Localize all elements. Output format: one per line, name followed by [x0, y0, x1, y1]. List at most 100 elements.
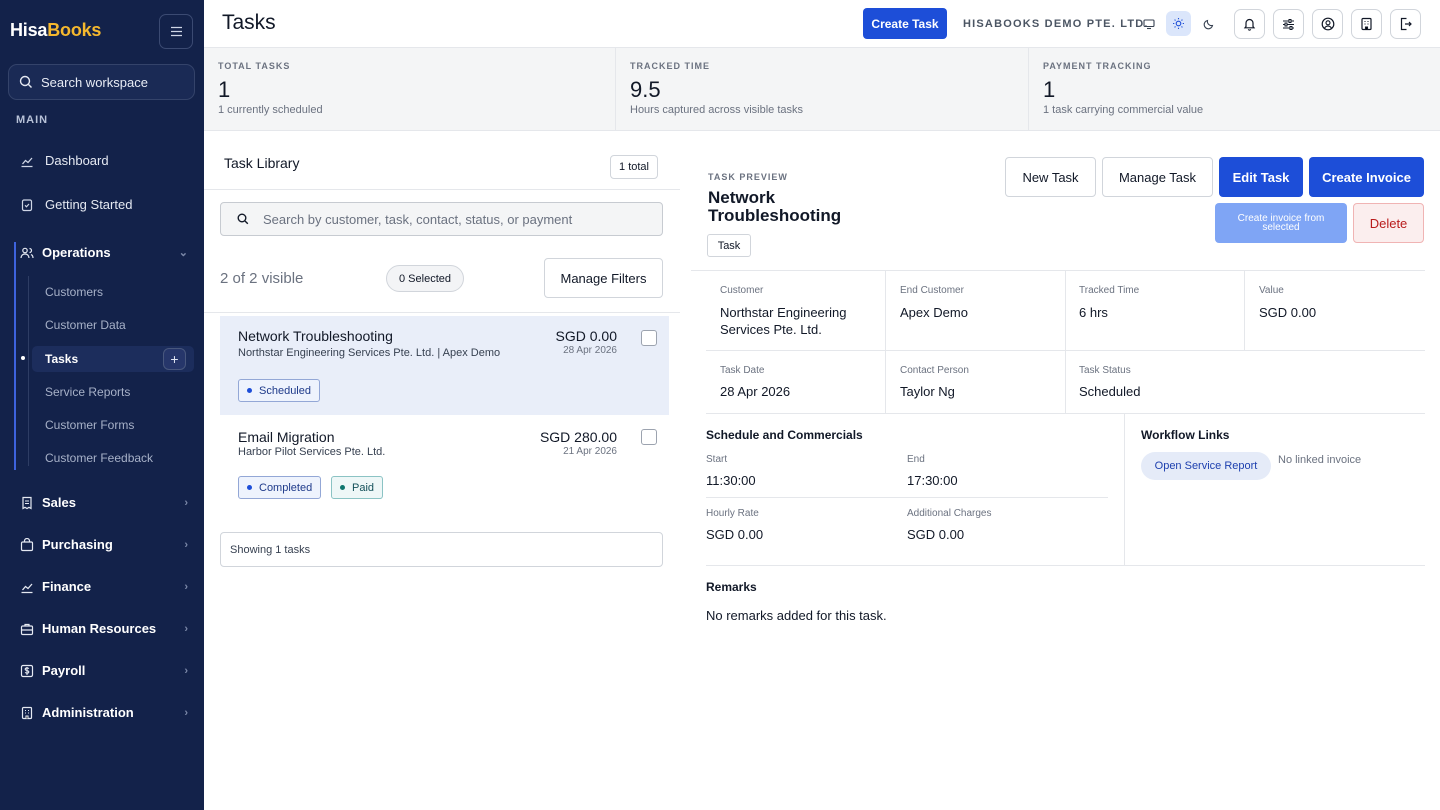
divider	[204, 312, 680, 313]
preview-kicker: TASK PREVIEW	[708, 172, 788, 182]
divider	[885, 270, 886, 413]
task-customer: Harbor Pilot Services Pte. Ltd.	[238, 446, 386, 458]
nav-customer-data[interactable]: Customer Data	[45, 318, 126, 332]
chevron-right-icon: ›	[184, 496, 188, 509]
building-icon	[21, 706, 33, 719]
sliders-icon	[1283, 18, 1294, 30]
users-icon	[20, 247, 34, 258]
status-dot	[247, 388, 252, 393]
create-task-button[interactable]: Create Task	[863, 8, 947, 39]
customer-label: Customer	[720, 285, 764, 296]
value-label: Value	[1259, 285, 1284, 296]
chevron-right-icon: ›	[184, 706, 188, 719]
main-section-label: MAIN	[16, 114, 49, 126]
additional-charges-value: SGD 0.00	[907, 527, 965, 542]
start-value: 11:30:00	[706, 473, 756, 488]
add-task-button[interactable]: +	[163, 348, 186, 370]
nav-getting-started[interactable]: Getting Started	[20, 197, 132, 212]
nav-group-administration[interactable]: Administration ›	[20, 705, 188, 720]
nav-group-purchasing[interactable]: Purchasing ›	[20, 537, 188, 552]
profile-button[interactable]	[1312, 9, 1343, 39]
menu-toggle-button[interactable]	[159, 14, 193, 49]
selected-count-pill[interactable]: 0 Selected	[386, 265, 464, 292]
preview-title: Network Troubleshooting	[708, 188, 842, 225]
nav-group-finance[interactable]: Finance ›	[20, 579, 188, 594]
search-workspace-input[interactable]: Search workspace	[8, 64, 195, 100]
hourly-rate-value: SGD 0.00	[706, 527, 764, 542]
dark-theme-button[interactable]	[1196, 11, 1221, 36]
divider	[706, 565, 1425, 566]
open-service-report-button[interactable]: Open Service Report	[1141, 452, 1271, 480]
schedule-section-title: Schedule and Commercials	[706, 428, 863, 442]
end-label: End	[907, 454, 925, 465]
task-date-label: Task Date	[720, 365, 765, 376]
nav-group-operations[interactable]: Operations ⌄	[20, 245, 188, 260]
create-invoice-button[interactable]: Create Invoice	[1309, 157, 1424, 197]
stat-divider	[1028, 48, 1029, 131]
moon-icon	[1203, 19, 1213, 29]
delete-button[interactable]: Delete	[1353, 203, 1424, 243]
nav-group-sales[interactable]: Sales ›	[20, 495, 188, 510]
task-select-checkbox[interactable]	[641, 330, 657, 346]
task-customer: Northstar Engineering Services Pte. Ltd.…	[238, 347, 501, 359]
manage-task-button[interactable]: Manage Task	[1102, 157, 1213, 197]
nav-service-reports[interactable]: Service Reports	[45, 385, 130, 399]
payment-dot	[340, 485, 345, 490]
new-task-button[interactable]: New Task	[1005, 157, 1096, 197]
nav-group-payroll[interactable]: Payroll ›	[20, 663, 188, 678]
logout-button[interactable]	[1390, 9, 1421, 39]
divider	[204, 189, 680, 190]
nav-group-human-resources[interactable]: Human Resources ›	[20, 621, 188, 636]
status-badge: Scheduled	[238, 379, 320, 402]
chevron-right-icon: ›	[184, 538, 188, 551]
nav-customers[interactable]: Customers	[45, 285, 103, 299]
chevron-right-icon: ›	[184, 580, 188, 593]
task-row[interactable]: Network Troubleshooting Northstar Engine…	[220, 316, 669, 415]
sun-icon	[1173, 18, 1184, 29]
task-select-checkbox[interactable]	[641, 429, 657, 445]
task-library-title: Task Library	[224, 155, 300, 171]
settings-button[interactable]	[1273, 9, 1304, 39]
nav-customer-feedback[interactable]: Customer Feedback	[45, 451, 153, 465]
task-type-tag: Task	[707, 234, 751, 257]
divider	[706, 497, 1108, 498]
task-row[interactable]: Email Migration Harbor Pilot Services Pt…	[220, 417, 669, 515]
tracked-time-value: 6 hrs	[1079, 305, 1108, 320]
task-search-input[interactable]: Search by customer, task, contact, statu…	[220, 202, 663, 236]
receipt-icon	[22, 496, 32, 510]
task-amount: SGD 280.00	[539, 429, 617, 445]
remarks-title: Remarks	[706, 580, 757, 594]
task-date-value: 28 Apr 2026	[720, 384, 791, 399]
brand-logo[interactable]: HisaBooks	[10, 20, 101, 41]
chart-line-icon	[21, 157, 33, 167]
end-customer-value: Apex Demo	[900, 305, 968, 320]
manage-filters-button[interactable]: Manage Filters	[544, 258, 663, 298]
task-status-label: Task Status	[1079, 365, 1131, 376]
trend-icon	[21, 583, 33, 593]
workflow-links-title: Workflow Links	[1141, 428, 1230, 442]
notifications-button[interactable]	[1234, 9, 1265, 39]
end-value: 17:30:00	[907, 473, 958, 488]
sidebar: HisaBooks Search workspace MAIN Dashboar…	[0, 0, 204, 810]
active-dot	[21, 356, 25, 360]
page-title: Tasks	[222, 11, 276, 34]
building-icon	[1361, 17, 1372, 31]
nav-customer-forms[interactable]: Customer Forms	[45, 418, 134, 432]
task-date: 28 Apr 2026	[563, 345, 617, 356]
stats-bar: TOTAL TASKS 1 1 currently scheduled TRAC…	[204, 48, 1440, 131]
task-amount: SGD 0.00	[555, 328, 617, 344]
create-invoice-from-selected-button[interactable]: Create invoice from selected	[1215, 203, 1347, 243]
search-icon	[19, 75, 32, 88]
visible-count: 2 of 2 visible	[220, 270, 304, 287]
nav-dashboard[interactable]: Dashboard	[20, 153, 109, 168]
light-theme-button[interactable]	[1166, 11, 1191, 36]
edit-task-button[interactable]: Edit Task	[1219, 157, 1303, 197]
divider	[691, 270, 1425, 271]
clipboard-check-icon	[21, 198, 33, 211]
nav-tasks[interactable]: Tasks	[45, 352, 78, 366]
divider	[1244, 270, 1245, 350]
operations-active-indicator	[14, 242, 16, 470]
system-theme-button[interactable]	[1136, 11, 1161, 36]
company-button[interactable]	[1351, 9, 1382, 39]
start-label: Start	[706, 454, 728, 465]
